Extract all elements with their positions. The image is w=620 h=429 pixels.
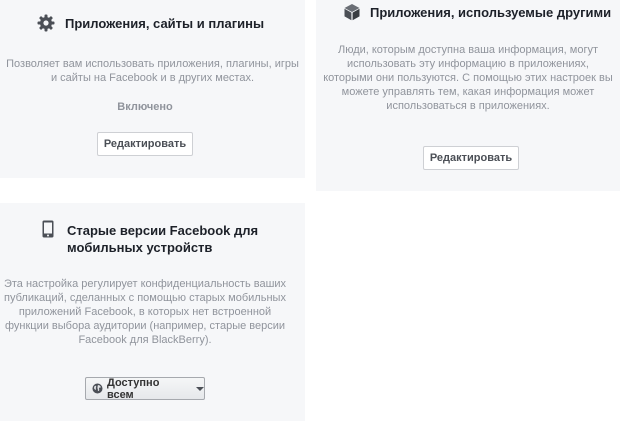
mobile-card-title-line: мобильных устройств [67, 240, 213, 255]
audience-label: Доступно всем [106, 376, 160, 401]
others-edit-button[interactable]: Редактировать [423, 146, 519, 170]
apps-status-text: Включено [117, 101, 173, 113]
mobile-card-description: Эта настройка регулирует конфиденциально… [0, 277, 290, 347]
others-card-description-line: использовать эту информацию в приложения… [347, 58, 589, 70]
audience-selector[interactable]: Доступно всем [85, 376, 205, 401]
apps-edit-button[interactable]: Редактировать [97, 132, 193, 156]
others-card-description-line: которыми они пользуются. С помощью этих … [323, 72, 613, 84]
mobile-card-description-line: Facebook для BlackBerry). [78, 334, 212, 346]
mobile-phone-icon [42, 220, 54, 238]
old-mobile-versions-card: Старые версии Facebook для мобильных уст… [0, 203, 305, 421]
mobile-card-description-line: функции выбора аудитории (например, стар… [4, 320, 286, 332]
others-card-description-line: Люди, которым доступна ваша информация, … [337, 44, 599, 56]
apps-card-title: Приложения, сайты и плагины [65, 16, 265, 31]
mobile-card-description-line: Эта настройка регулирует конфиденциально… [3, 278, 287, 290]
mobile-card-title-line: Старые версии Facebook для [67, 223, 259, 238]
apps-card-description-line: и сайты на Facebook и в других местах. [50, 72, 255, 84]
caret-down-icon [196, 386, 204, 391]
cube-icon [344, 4, 360, 21]
mobile-card-description-line: приложений Facebook, в которых нет встро… [18, 306, 272, 318]
apps-used-by-others-card: Приложения, используемые другими Люди, к… [316, 0, 620, 191]
others-card-description: Люди, которым доступна ваша информация, … [316, 43, 620, 113]
others-card-description-line: использоваться в приложениях. [386, 100, 550, 112]
gear-icon [37, 14, 55, 32]
others-card-title: Приложения, используемые другими [370, 5, 612, 20]
others-card-description-line: можете управлять тем, какая информация м… [341, 86, 595, 98]
mobile-card-description-line: публикаций, сделанных с помощью старых м… [4, 292, 286, 304]
apps-card-description-line: Позволяет вам использовать приложения, п… [6, 58, 299, 70]
mobile-card-title: Старые версии Facebook для мобильных уст… [67, 222, 258, 256]
apps-websites-plugins-card: Приложения, сайты и плагины Позволяет ва… [0, 0, 305, 178]
apps-card-description: Позволяет вам использовать приложения, п… [0, 57, 305, 85]
globe-icon [92, 383, 103, 394]
